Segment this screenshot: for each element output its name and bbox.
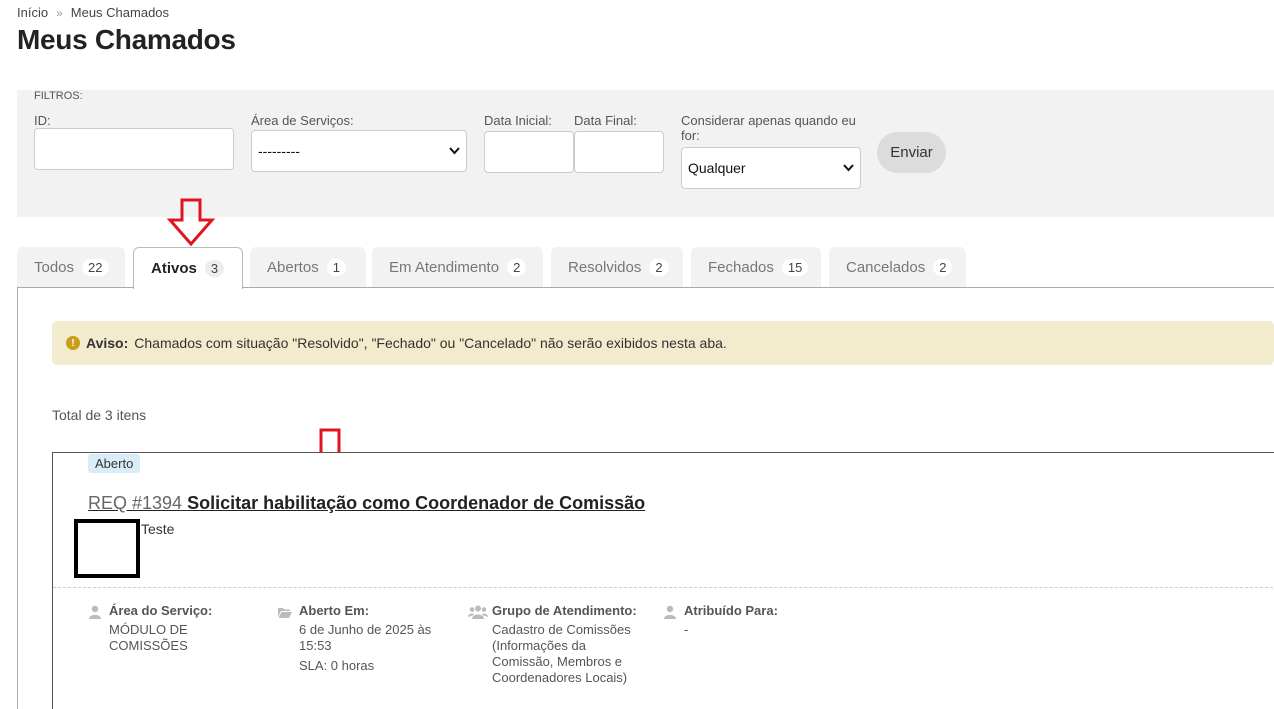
start-date-input[interactable] — [484, 131, 574, 173]
ticket-title-link[interactable]: REQ #1394 Solicitar habilitação como Coo… — [88, 493, 645, 514]
notice-strong: Aviso: — [86, 335, 129, 351]
tab-cancelados[interactable]: Cancelados 2 — [829, 247, 966, 288]
meta-opened: Aberto Em: 6 de Junho de 2025 às 15:53 S… — [278, 603, 448, 674]
ticket-author: Teste — [141, 521, 175, 537]
breadcrumb-home-link[interactable]: Início — [17, 5, 48, 20]
chevron-down-icon — [843, 161, 854, 175]
meta-assigned-value: - — [684, 622, 689, 637]
warning-notice: ! Aviso: Chamados com situação "Resolvid… — [52, 321, 1274, 365]
meta-group-value: Cadastro de Comissões (Informações da Co… — [492, 622, 631, 685]
users-group-icon — [468, 605, 488, 619]
tab-count: 22 — [82, 259, 109, 276]
tab-count: 15 — [781, 259, 809, 276]
annotation-arrow-icon — [166, 198, 216, 247]
tab-count: 1 — [326, 259, 346, 276]
meta-area-title: Área do Serviço: — [109, 603, 213, 618]
area-select-value: --------- — [258, 143, 300, 159]
tab-count: 3 — [204, 260, 225, 277]
breadcrumb-separator: » — [56, 5, 63, 20]
submit-button[interactable]: Enviar — [877, 132, 946, 173]
tab-label: Ativos — [151, 260, 197, 277]
tab-count: 2 — [507, 259, 527, 276]
start-date-label: Data Inicial: — [484, 113, 552, 128]
tab-em-atendimento[interactable]: Em Atendimento 2 — [372, 247, 543, 288]
tab-label: Cancelados — [846, 259, 926, 276]
tab-label: Resolvidos — [568, 259, 642, 276]
breadcrumb-current: Meus Chamados — [70, 5, 170, 20]
breadcrumb: Início » Meus Chamados — [17, 5, 169, 20]
meta-area: Área do Serviço: MÓDULO DE COMISSÕES — [88, 603, 248, 654]
meta-opened-title: Aberto Em: — [299, 603, 370, 618]
tab-label: Abertos — [267, 259, 319, 276]
card-divider — [53, 587, 1274, 588]
page-title: Meus Chamados — [17, 24, 236, 55]
tab-count: 2 — [649, 259, 669, 276]
consider-label: Considerar apenas quando eu for: — [681, 113, 856, 143]
total-count: Total de 3 itens — [52, 407, 147, 423]
filters-title: FILTROS: — [34, 90, 83, 102]
meta-group: Grupo de Atendimento: Cadastro de Comiss… — [468, 603, 643, 686]
end-date-label: Data Final: — [574, 113, 637, 128]
panel-border — [17, 287, 18, 709]
tab-label: Fechados — [708, 259, 774, 276]
tab-label: Em Atendimento — [389, 259, 500, 276]
status-badge: Aberto — [88, 454, 141, 473]
area-select[interactable]: --------- — [251, 130, 467, 172]
folder-open-icon — [278, 608, 292, 618]
meta-assigned-title: Atribuído Para: — [684, 603, 778, 618]
ticket-title: Solicitar habilitação como Coordenador d… — [187, 493, 646, 513]
id-label: ID: — [34, 113, 51, 128]
meta-assigned: Atribuído Para: - — [663, 603, 823, 638]
meta-sla: SLA: 0 horas — [299, 658, 375, 673]
tab-todos[interactable]: Todos 22 — [17, 247, 125, 288]
tab-count: 2 — [933, 259, 953, 276]
consider-select[interactable]: Qualquer — [681, 147, 861, 189]
active-tab-gap — [134, 287, 242, 288]
tab-fechados[interactable]: Fechados 15 — [691, 247, 821, 288]
meta-opened-value: 6 de Junho de 2025 às 15:53 — [299, 622, 432, 653]
meta-area-value: MÓDULO DE COMISSÕES — [109, 622, 188, 653]
area-label: Área de Serviços: — [251, 113, 354, 128]
status-tabs: Todos 22 Ativos 3 Abertos 1 Em Atendimen… — [17, 247, 1274, 289]
end-date-input[interactable] — [574, 131, 664, 173]
consider-select-value: Qualquer — [688, 160, 746, 176]
id-input[interactable] — [34, 128, 234, 170]
ticket-req-number: REQ #1394 — [88, 493, 183, 513]
user-icon — [89, 605, 101, 619]
user-icon — [664, 605, 676, 619]
meta-group-title: Grupo de Atendimento: — [492, 603, 637, 618]
chevron-down-icon — [449, 144, 460, 158]
tab-ativos[interactable]: Ativos 3 — [133, 247, 243, 289]
notice-text: Chamados com situação "Resolvido", "Fech… — [134, 335, 727, 351]
exclamation-circle-icon: ! — [66, 336, 80, 350]
tab-abertos[interactable]: Abertos 1 — [250, 247, 366, 288]
tab-label: Todos — [34, 259, 75, 276]
ticket-card: Aberto REQ #1394 Solicitar habilitação c… — [52, 452, 1274, 709]
avatar — [74, 519, 140, 578]
tab-resolvidos[interactable]: Resolvidos 2 — [551, 247, 683, 288]
